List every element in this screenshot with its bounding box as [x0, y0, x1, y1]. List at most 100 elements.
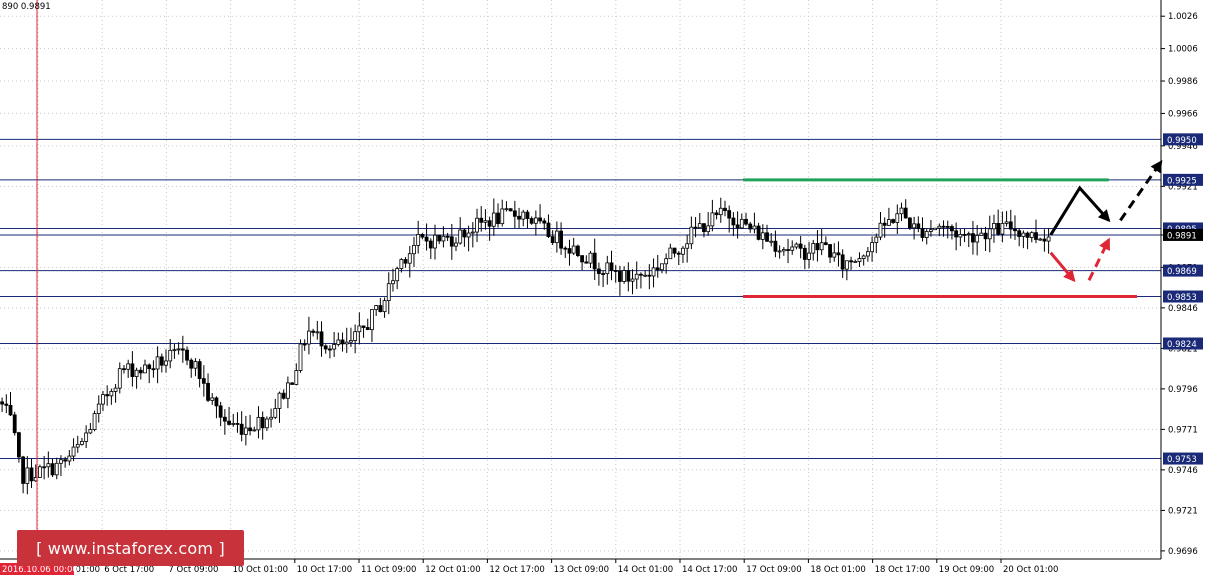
candle-body: [1021, 232, 1026, 237]
candle-body: [559, 230, 563, 249]
candle-body: [613, 270, 618, 272]
candle-body: [475, 217, 479, 233]
candle-body: [786, 249, 790, 251]
candle-body: [222, 416, 227, 422]
candle-body: [88, 429, 93, 434]
candle-body: [828, 244, 832, 258]
candle-body: [445, 235, 450, 238]
candle-body: [155, 356, 160, 370]
candle-body: [575, 245, 580, 257]
candle-body: [710, 212, 715, 227]
x-tick-label: 12 Oct 01:00: [425, 565, 480, 575]
candle-body: [84, 432, 89, 442]
candle-body: [466, 232, 471, 238]
candle-body: [950, 226, 954, 232]
candle-body: [832, 252, 837, 258]
candle-body: [508, 208, 513, 212]
candle-body: [588, 252, 593, 264]
candle-body: [12, 414, 17, 434]
candle-body: [836, 252, 841, 256]
candle-body: [243, 427, 248, 435]
candle-body: [571, 245, 576, 254]
y-tick-label: 0.9746: [1168, 466, 1198, 476]
candle-body: [168, 349, 173, 362]
candle-body: [895, 213, 900, 223]
candle-body: [357, 325, 362, 333]
candle-body: [399, 259, 404, 269]
candle-body: [702, 223, 706, 233]
candle-body: [857, 258, 862, 262]
candle-body: [298, 343, 303, 371]
x-tick-label: 14 Oct 17:00: [682, 565, 737, 575]
candle-body: [416, 234, 421, 246]
chart-background: [0, 0, 1205, 580]
x-tick-label: 13 Oct 09:00: [554, 565, 609, 575]
candle-body: [285, 382, 290, 399]
candle-body: [319, 331, 324, 347]
candle-body: [992, 223, 996, 230]
x-tick-label: 17 Oct 09:00: [746, 565, 801, 575]
candle-body: [315, 331, 320, 334]
candle-body: [428, 240, 433, 249]
candle-body: [231, 423, 236, 425]
candle-body: [412, 244, 416, 255]
candle-body: [487, 220, 492, 227]
candle-body: [307, 330, 311, 345]
level-label: 0.9753: [1167, 455, 1197, 465]
candle-body: [996, 223, 1001, 235]
candle-body: [29, 467, 34, 482]
start-date-label: 2016.10.06 00:00: [2, 565, 78, 575]
candle-body: [521, 211, 526, 220]
candle-body: [424, 236, 429, 242]
candle-body: [458, 229, 463, 244]
candle-body: [924, 231, 929, 238]
y-tick-label: 0.9986: [1168, 77, 1198, 87]
candle-body: [491, 212, 496, 227]
candle-body: [769, 240, 774, 243]
candle-body: [391, 280, 395, 285]
candle-body: [794, 243, 799, 248]
candle-body: [853, 261, 858, 263]
y-tick-label: 0.9796: [1168, 385, 1198, 395]
candle-body: [563, 247, 568, 250]
candle-body: [941, 225, 946, 228]
candle-body: [601, 273, 606, 275]
candle-body: [332, 344, 337, 350]
candle-body: [454, 242, 458, 247]
candle-body: [689, 226, 694, 245]
candle-body: [403, 259, 408, 264]
candle-body: [42, 466, 47, 469]
candle-body: [374, 305, 379, 311]
candle-body: [21, 456, 26, 484]
candle-body: [643, 274, 648, 277]
candle-body: [483, 220, 488, 223]
candle-body: [567, 248, 572, 254]
x-tick-label: 14 Oct 01:00: [618, 565, 673, 575]
candle-body: [597, 268, 601, 274]
candle-body: [815, 243, 820, 251]
x-tick-label: 11 Oct 09:00: [361, 565, 416, 575]
candle-body: [844, 260, 849, 270]
candle-body: [849, 260, 853, 263]
candle-body: [971, 233, 975, 243]
candle-body: [781, 249, 786, 252]
candle-body: [340, 339, 345, 345]
candle-body: [1000, 222, 1005, 235]
candle-body: [328, 348, 332, 351]
candle-body: [143, 364, 147, 374]
candle-body: [945, 225, 950, 228]
candle-body: [1042, 238, 1047, 242]
candle-body: [819, 242, 824, 251]
candle-body: [75, 443, 80, 448]
candle-body: [550, 236, 555, 244]
candle-body: [861, 255, 866, 259]
candle-body: [899, 207, 904, 215]
candle-body: [122, 368, 126, 371]
candle-body: [542, 220, 547, 224]
candle-body: [185, 349, 189, 361]
candle-body: [697, 223, 702, 229]
candle-body: [538, 217, 542, 222]
candle-body: [1004, 221, 1009, 224]
candle-body: [966, 233, 971, 236]
candle-body: [975, 235, 980, 243]
